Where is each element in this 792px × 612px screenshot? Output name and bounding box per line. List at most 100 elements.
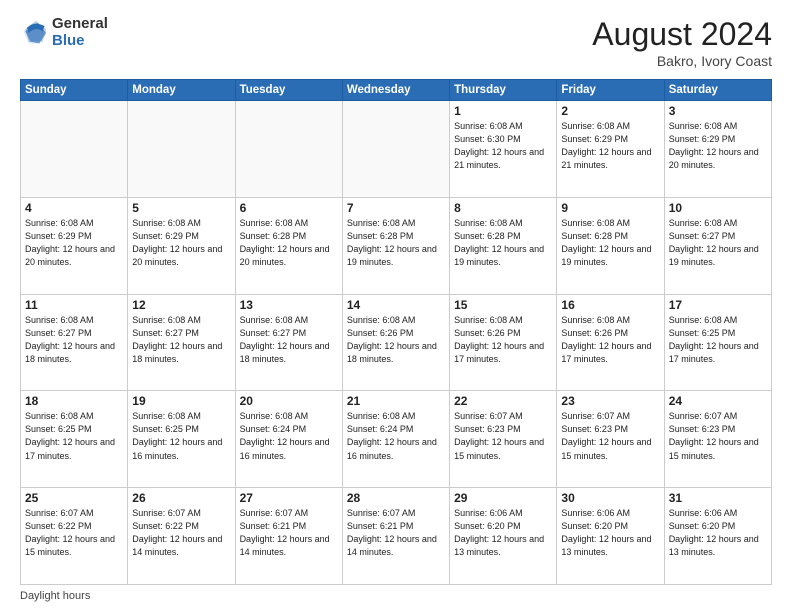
daylight: Daylight: 12 hours and 16 minutes. (132, 437, 222, 460)
location: Bakro, Ivory Coast (592, 53, 772, 69)
day-info: Sunrise: 6:08 AM Sunset: 6:28 PM Daylight:… (240, 217, 338, 269)
calendar: SundayMondayTuesdayWednesdayThursdayFrid… (20, 79, 772, 585)
sunset: Sunset: 6:22 PM (132, 521, 199, 531)
day-info: Sunrise: 6:07 AMSunset: 6:23 PMDaylight:… (561, 410, 659, 462)
sunrise: Sunrise: 6:08 AM (240, 218, 309, 228)
page: General Blue August 2024 Bakro, Ivory Co… (0, 0, 792, 612)
sunset: Sunset: 6:28 PM (240, 231, 307, 241)
sunrise: Sunrise: 6:08 AM (25, 218, 94, 228)
week-row-3: 11Sunrise: 6:08 AMSunset: 6:27 PMDayligh… (21, 294, 772, 391)
sunset: Sunset: 6:24 PM (347, 424, 414, 434)
daylight: Daylight: 12 hours and 18 minutes. (25, 341, 115, 364)
footer: Daylight hours (20, 590, 772, 602)
sunset: Sunset: 6:26 PM (561, 328, 628, 338)
sunset: Sunset: 6:27 PM (669, 231, 736, 241)
daylight: Daylight: 12 hours and 19 minutes. (454, 244, 544, 267)
calendar-cell-23: 23Sunrise: 6:07 AMSunset: 6:23 PMDayligh… (557, 391, 664, 488)
calendar-cell-29: 29 Sunrise: 6:06 AMSunset: 6:20 PMDayligh… (450, 488, 557, 585)
daylight: Daylight: 12 hours and 16 minutes. (347, 437, 437, 460)
day-number: 22 (454, 394, 552, 408)
calendar-cell-14: 14 Sunrise: 6:08 AMSunset: 6:26 PMDayligh… (342, 294, 449, 391)
calendar-cell-9: 9Sunrise: 6:08 AMSunset: 6:28 PMDaylight… (557, 197, 664, 294)
day-number: 21 (347, 394, 445, 408)
daylight: Daylight: 12 hours and 21 minutes. (561, 147, 651, 170)
daylight: Daylight: 12 hours and 17 minutes. (669, 341, 759, 364)
daylight: Daylight: 12 hours and 16 minutes. (240, 437, 330, 460)
sunrise: Sunrise: 6:07 AM (25, 508, 94, 518)
daylight: Daylight: 12 hours and 14 minutes. (240, 534, 330, 557)
daylight: Daylight: 12 hours and 13 minutes. (561, 534, 651, 557)
daylight: Daylight: 12 hours and 13 minutes. (669, 534, 759, 557)
weekday-header-wednesday: Wednesday (342, 80, 449, 101)
day-info: Sunrise: 6:08 AMSunset: 6:26 PMDaylight:… (347, 314, 445, 366)
sunset: Sunset: 6:20 PM (561, 521, 628, 531)
day-number: 10 (669, 201, 767, 215)
calendar-cell-15: 15Sunrise: 6:08 AMSunset: 6:26 PMDayligh… (450, 294, 557, 391)
day-info: Sunrise: 6:08 AMSunset: 6:24 PMDaylight:… (240, 410, 338, 462)
sunset: Sunset: 6:23 PM (454, 424, 521, 434)
sunset: Sunset: 6:25 PM (669, 328, 736, 338)
calendar-cell-5: 5Sunrise: 6:08 AMSunset: 6:29 PMDaylight… (128, 197, 235, 294)
day-info: Sunrise: 6:07 AMSunset: 6:21 PMDaylight:… (347, 507, 445, 559)
daylight: Daylight: 12 hours and 15 minutes. (454, 437, 544, 460)
footer-label: Daylight hours (20, 590, 90, 602)
day-number: 11 (25, 298, 123, 312)
logo-general: General (52, 15, 108, 32)
day-info: Sunrise: 6:06 AMSunset: 6:20 PMDaylight:… (669, 507, 767, 559)
calendar-cell-22: 22 Sunrise: 6:07 AM Sunset: 6:23 PM Dayligh… (450, 391, 557, 488)
sunrise: Sunrise: 6:08 AM (561, 121, 630, 131)
daylight: Daylight: 12 hours and 20 minutes. (240, 244, 330, 267)
day-info: Sunrise: 6:08 AM Sunset: 6:24 PM Daylight:… (347, 410, 445, 462)
logo: General Blue (20, 16, 108, 49)
calendar-cell-16: 16Sunrise: 6:08 AMSunset: 6:26 PMDayligh… (557, 294, 664, 391)
day-number: 29 (454, 491, 552, 505)
day-info: Sunrise: 6:06 AM Sunset: 6:20 PM Daylight:… (561, 507, 659, 559)
calendar-cell-8: 8Sunrise: 6:08 AMSunset: 6:28 PMDaylight… (450, 197, 557, 294)
daylight: Daylight: 12 hours and 15 minutes. (561, 437, 651, 460)
sunrise: Sunrise: 6:08 AM (132, 315, 201, 325)
sunset: Sunset: 6:28 PM (561, 231, 628, 241)
sunrise: Sunrise: 6:08 AM (347, 411, 416, 421)
sunset: Sunset: 6:26 PM (347, 328, 414, 338)
day-number: 18 (25, 394, 123, 408)
sunrise: Sunrise: 6:08 AM (454, 315, 523, 325)
daylight: Daylight: 12 hours and 19 minutes. (347, 244, 437, 267)
day-number: 16 (561, 298, 659, 312)
sunrise: Sunrise: 6:07 AM (669, 411, 738, 421)
day-number: 4 (25, 201, 123, 215)
calendar-cell-empty (128, 101, 235, 198)
day-info: Sunrise: 6:06 AMSunset: 6:20 PMDaylight:… (454, 507, 552, 559)
day-info: Sunrise: 6:08 AMSunset: 6:27 PMDaylight:… (240, 314, 338, 366)
sunset: Sunset: 6:28 PM (347, 231, 414, 241)
calendar-cell-31: 31Sunrise: 6:06 AMSunset: 6:20 PMDayligh… (664, 488, 771, 585)
day-number: 15 (454, 298, 552, 312)
day-info: Sunrise: 6:08 AMSunset: 6:25 PMDaylight:… (669, 314, 767, 366)
sunrise: Sunrise: 6:08 AM (132, 411, 201, 421)
sunrise: Sunrise: 6:06 AM (561, 508, 630, 518)
sunrise: Sunrise: 6:08 AM (669, 218, 738, 228)
day-number: 28 (347, 491, 445, 505)
calendar-cell-4: 4 Sunrise: 6:08 AMSunset: 6:29 PMDaylight… (21, 197, 128, 294)
calendar-cell-empty (342, 101, 449, 198)
sunrise: Sunrise: 6:08 AM (347, 218, 416, 228)
weekday-header-row: SundayMondayTuesdayWednesdayThursdayFrid… (21, 80, 772, 101)
day-number: 8 (454, 201, 552, 215)
sunrise: Sunrise: 6:07 AM (561, 411, 630, 421)
sunset: Sunset: 6:21 PM (347, 521, 414, 531)
day-number: 14 (347, 298, 445, 312)
calendar-cell-27: 27Sunrise: 6:07 AMSunset: 6:21 PMDayligh… (235, 488, 342, 585)
calendar-cell-28: 28 Sunrise: 6:07 AMSunset: 6:21 PMDayligh… (342, 488, 449, 585)
sunset: Sunset: 6:23 PM (669, 424, 736, 434)
daylight: Daylight: 12 hours and 20 minutes. (25, 244, 115, 267)
sunset: Sunset: 6:29 PM (132, 231, 199, 241)
sunset: Sunset: 6:21 PM (240, 521, 307, 531)
sunrise: Sunrise: 6:07 AM (454, 411, 523, 421)
logo-blue: Blue (52, 32, 85, 49)
day-info: Sunrise: 6:08 AMSunset: 6:27 PMDaylight:… (25, 314, 123, 366)
daylight: Daylight: 12 hours and 17 minutes. (25, 437, 115, 460)
day-number: 5 (132, 201, 230, 215)
weekday-header-thursday: Thursday (450, 80, 557, 101)
sunset: Sunset: 6:27 PM (132, 328, 199, 338)
calendar-cell-11: 11 Sunrise: 6:08 AMSunset: 6:27 PMDayligh… (21, 294, 128, 391)
day-info: Sunrise: 6:08 AMSunset: 6:29 PMDaylight:… (25, 217, 123, 269)
